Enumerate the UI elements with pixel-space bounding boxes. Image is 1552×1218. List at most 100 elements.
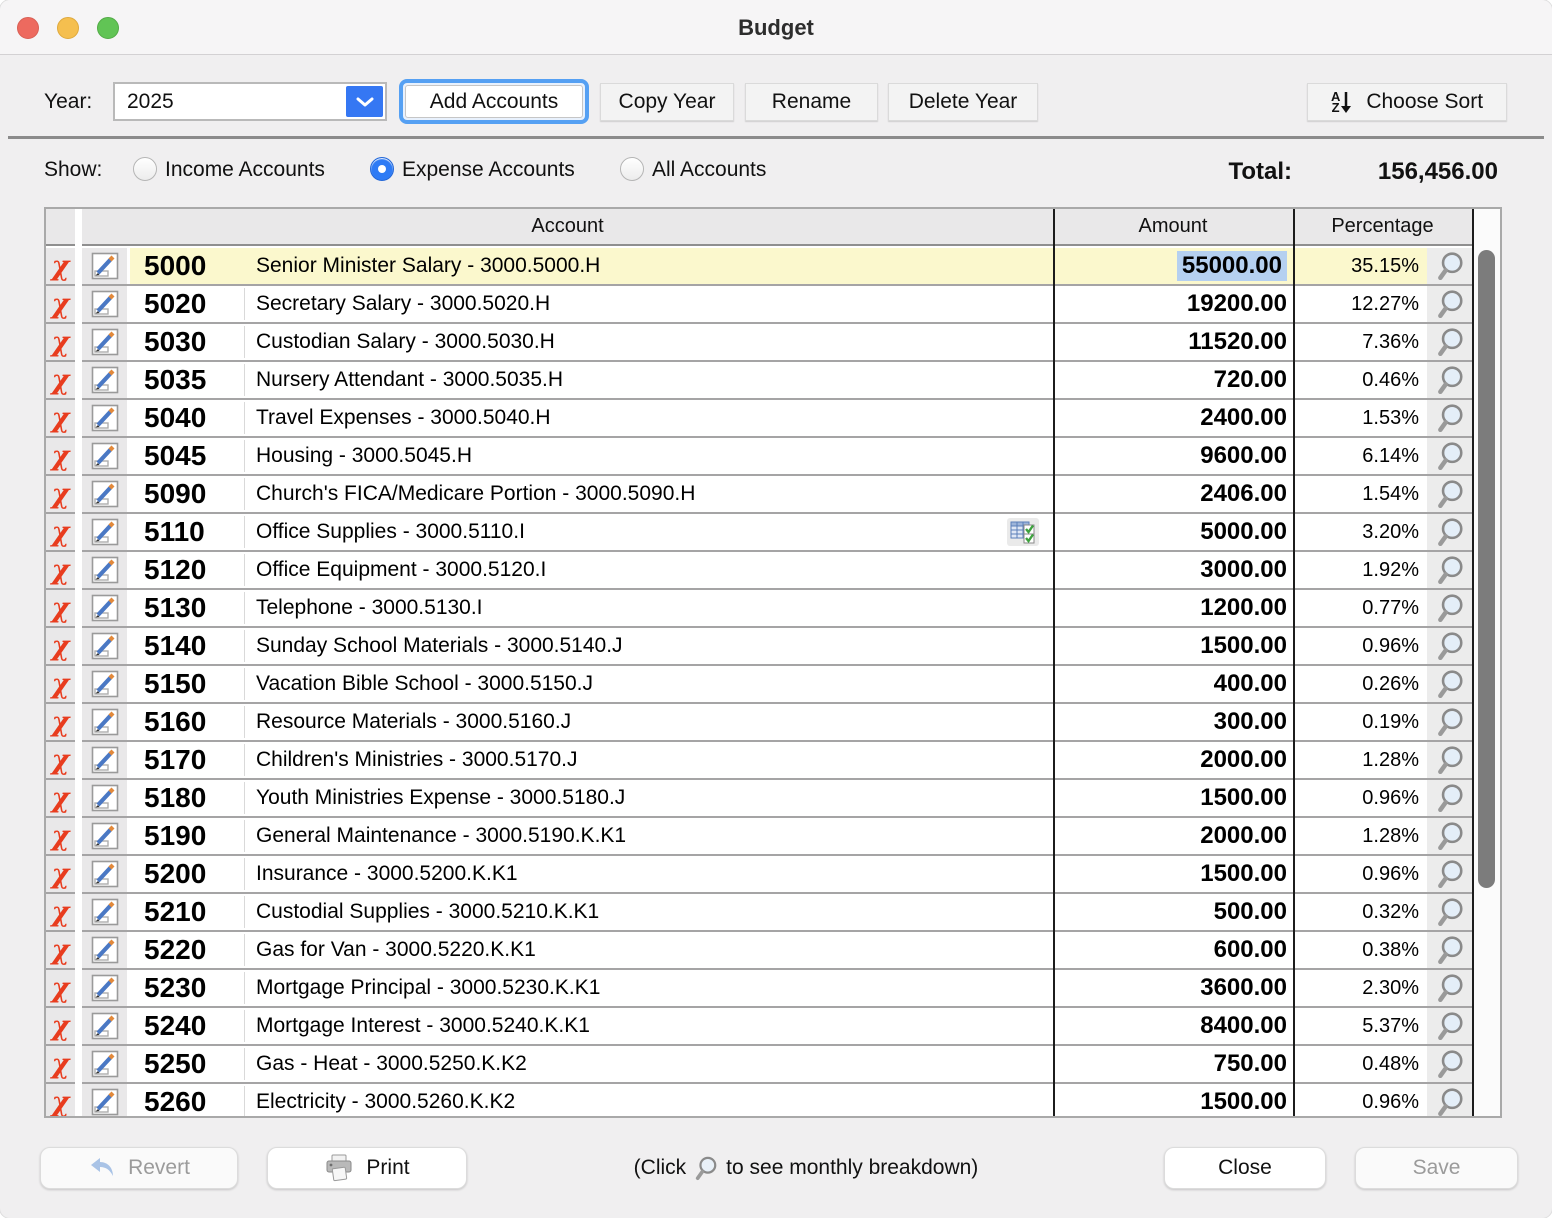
delete-row-cell[interactable]: χ	[46, 780, 75, 816]
amount-cell[interactable]: 3000.00	[1053, 552, 1293, 588]
magnifier-icon[interactable]	[1436, 973, 1464, 1003]
magnifier-icon[interactable]	[1436, 555, 1464, 585]
magnifier-icon[interactable]	[1436, 517, 1464, 547]
table-row[interactable]: χ 5250 Gas - Heat - 3000.5250.K.K2	[46, 1046, 1500, 1084]
account-name-cell[interactable]: Gas - Heat - 3000.5250.K.K2	[244, 1046, 1053, 1082]
delete-x-icon[interactable]: χ	[52, 823, 70, 850]
delete-x-icon[interactable]: χ	[52, 443, 70, 470]
account-name-cell[interactable]: Telephone - 3000.5130.I	[244, 590, 1053, 626]
edit-row-cell[interactable]	[82, 742, 127, 778]
magnifier-icon[interactable]	[1436, 403, 1464, 433]
account-name-cell[interactable]: Travel Expenses - 3000.5040.H	[244, 400, 1053, 436]
magnifier-icon[interactable]	[1436, 745, 1464, 775]
amount-cell[interactable]: 5000.00	[1053, 514, 1293, 550]
delete-row-cell[interactable]: χ	[46, 1008, 75, 1044]
edit-row-cell[interactable]	[82, 286, 127, 322]
table-row[interactable]: χ 5035 Nursery Attendant - 3000.5035.H	[46, 362, 1500, 400]
radio-income-accounts[interactable]	[133, 157, 157, 181]
edit-row-cell[interactable]	[82, 666, 127, 702]
account-number[interactable]: 5220	[130, 932, 244, 968]
monthly-breakdown-cell[interactable]	[1427, 362, 1472, 398]
edit-pencil-icon[interactable]	[91, 480, 119, 508]
delete-row-cell[interactable]: χ	[46, 324, 75, 360]
save-button[interactable]: Save	[1355, 1147, 1518, 1189]
delete-row-cell[interactable]: χ	[46, 552, 75, 588]
account-number[interactable]: 5120	[130, 552, 244, 588]
amount-cell[interactable]: 1200.00	[1053, 590, 1293, 626]
monthly-breakdown-cell[interactable]	[1427, 590, 1472, 626]
account-name-cell[interactable]: Church's FICA/Medicare Portion - 3000.50…	[244, 476, 1053, 512]
edit-row-cell[interactable]	[82, 400, 127, 436]
edit-row-cell[interactable]	[82, 590, 127, 626]
revert-button[interactable]: Revert	[40, 1147, 238, 1189]
monthly-breakdown-cell[interactable]	[1427, 324, 1472, 360]
magnifier-icon[interactable]	[1436, 327, 1464, 357]
amount-cell[interactable]: 300.00	[1053, 704, 1293, 740]
account-number[interactable]: 5230	[130, 970, 244, 1006]
edit-pencil-icon[interactable]	[91, 556, 119, 584]
monthly-breakdown-cell[interactable]	[1427, 552, 1472, 588]
account-number[interactable]: 5240	[130, 1008, 244, 1044]
account-name-cell[interactable]: Resource Materials - 3000.5160.J	[244, 704, 1053, 740]
edit-row-cell[interactable]	[82, 818, 127, 854]
delete-row-cell[interactable]: χ	[46, 362, 75, 398]
amount-cell[interactable]: 2000.00	[1053, 818, 1293, 854]
table-row[interactable]: χ 5020 Secretary Salary - 3000.5020.H	[46, 286, 1500, 324]
table-row[interactable]: χ 5110 Office Supplies - 3000.5110.I	[46, 514, 1500, 552]
magnifier-icon[interactable]	[1436, 897, 1464, 927]
table-row[interactable]: χ 5260 Electricity - 3000.5260.K.K2	[46, 1084, 1500, 1116]
spreadsheet-icon[interactable]	[1007, 518, 1039, 546]
edit-row-cell[interactable]	[82, 780, 127, 816]
edit-pencil-icon[interactable]	[91, 442, 119, 470]
table-row[interactable]: χ 5200 Insurance - 3000.5200.K.K1	[46, 856, 1500, 894]
edit-row-cell[interactable]	[82, 1084, 127, 1116]
delete-x-icon[interactable]: χ	[52, 329, 70, 356]
magnifier-icon[interactable]	[1436, 479, 1464, 509]
magnifier-icon[interactable]	[1436, 1087, 1464, 1116]
delete-x-icon[interactable]: χ	[52, 975, 70, 1002]
table-row[interactable]: χ 5000 Senior Minister Salary - 3000.500…	[46, 248, 1500, 286]
delete-row-cell[interactable]: χ	[46, 628, 75, 664]
edit-row-cell[interactable]	[82, 894, 127, 930]
account-name-cell[interactable]: Youth Ministries Expense - 3000.5180.J	[244, 780, 1053, 816]
account-number[interactable]: 5000	[130, 248, 244, 284]
amount-cell[interactable]: 8400.00	[1053, 1008, 1293, 1044]
rename-button[interactable]: Rename	[745, 83, 878, 121]
delete-row-cell[interactable]: χ	[46, 742, 75, 778]
monthly-breakdown-cell[interactable]	[1427, 742, 1472, 778]
delete-row-cell[interactable]: χ	[46, 400, 75, 436]
delete-x-icon[interactable]: χ	[52, 937, 70, 964]
edit-pencil-icon[interactable]	[91, 974, 119, 1002]
delete-x-icon[interactable]: χ	[52, 785, 70, 812]
account-number[interactable]: 5260	[130, 1084, 244, 1116]
delete-row-cell[interactable]: χ	[46, 1046, 75, 1082]
edit-pencil-icon[interactable]	[91, 708, 119, 736]
delete-x-icon[interactable]: χ	[52, 1013, 70, 1040]
account-number[interactable]: 5200	[130, 856, 244, 892]
table-row[interactable]: χ 5220 Gas for Van - 3000.5220.K.K1	[46, 932, 1500, 970]
account-name-cell[interactable]: Mortgage Principal - 3000.5230.K.K1	[244, 970, 1053, 1006]
delete-x-icon[interactable]: χ	[52, 367, 70, 394]
magnifier-icon[interactable]	[1436, 859, 1464, 889]
edit-row-cell[interactable]	[82, 970, 127, 1006]
amount-cell[interactable]: 500.00	[1053, 894, 1293, 930]
edit-row-cell[interactable]	[82, 1008, 127, 1044]
edit-pencil-icon[interactable]	[91, 670, 119, 698]
amount-cell[interactable]: 55000.00	[1053, 248, 1293, 284]
copy-year-button[interactable]: Copy Year	[600, 83, 734, 121]
delete-row-cell[interactable]: χ	[46, 476, 75, 512]
edit-row-cell[interactable]	[82, 438, 127, 474]
edit-row-cell[interactable]	[82, 932, 127, 968]
magnifier-icon[interactable]	[1436, 821, 1464, 851]
delete-x-icon[interactable]: χ	[52, 899, 70, 926]
edit-row-cell[interactable]	[82, 552, 127, 588]
delete-x-icon[interactable]: χ	[52, 1051, 70, 1078]
amount-cell[interactable]: 19200.00	[1053, 286, 1293, 322]
monthly-breakdown-cell[interactable]	[1427, 894, 1472, 930]
magnifier-icon[interactable]	[1436, 783, 1464, 813]
table-row[interactable]: χ 5190 General Maintenance - 3000.5190.K…	[46, 818, 1500, 856]
delete-row-cell[interactable]: χ	[46, 590, 75, 626]
table-row[interactable]: χ 5045 Housing - 3000.5045.H	[46, 438, 1500, 476]
amount-cell[interactable]: 9600.00	[1053, 438, 1293, 474]
edit-pencil-icon[interactable]	[91, 1050, 119, 1078]
